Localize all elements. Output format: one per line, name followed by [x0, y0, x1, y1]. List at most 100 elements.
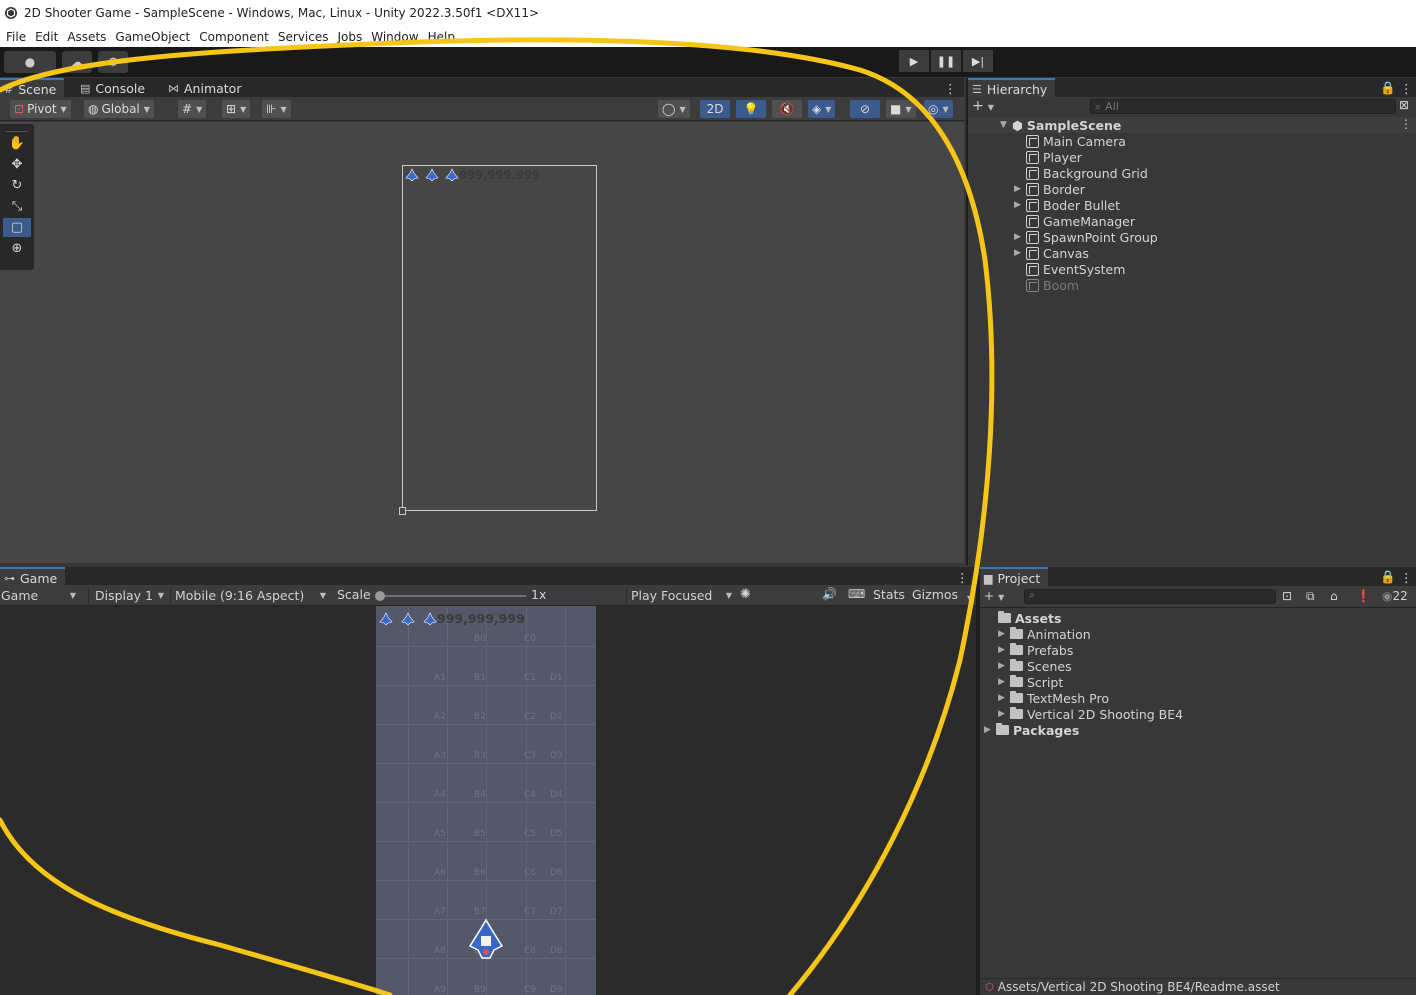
- play-button[interactable]: ▶: [899, 50, 929, 72]
- ruler-dropdown[interactable]: ⊪ ▼: [262, 100, 291, 118]
- hierarchy-item[interactable]: ▶ SpawnPoint Group: [1014, 229, 1158, 245]
- menu-services[interactable]: Services: [275, 30, 332, 44]
- hierarchy-add-button[interactable]: + ▼: [972, 98, 994, 114]
- project-more-button[interactable]: ⋮: [1396, 567, 1416, 587]
- expand-right-icon[interactable]: ▶: [1014, 232, 1026, 242]
- step-button[interactable]: ▶|: [963, 50, 993, 72]
- search-by-type-button[interactable]: ⊡: [1282, 589, 1292, 603]
- menu-jobs[interactable]: Jobs: [335, 30, 366, 44]
- filter-by-type-button[interactable]: ⧉: [1306, 589, 1315, 604]
- expand-right-icon[interactable]: ▶: [998, 677, 1010, 687]
- scene-more-button[interactable]: ⋮: [940, 78, 965, 98]
- menu-component[interactable]: Component: [196, 30, 272, 44]
- hidden-packages-toggle[interactable]: ◉22: [1382, 589, 1408, 603]
- expand-right-icon[interactable]: ▶: [998, 709, 1010, 719]
- increment-snap-dropdown[interactable]: ⊞ ▼: [222, 100, 251, 118]
- project-folder-row[interactable]: ▶ Scenes: [998, 658, 1072, 674]
- rotate-tool[interactable]: ↻: [3, 176, 31, 195]
- tab-hierarchy[interactable]: ☰ Hierarchy: [968, 78, 1056, 98]
- rect-handle[interactable]: [399, 507, 406, 515]
- pause-button[interactable]: ❚❚: [931, 50, 961, 72]
- hierarchy-search-input[interactable]: ⌕ All: [1090, 99, 1396, 114]
- hand-tool[interactable]: ✋: [3, 134, 31, 153]
- menu-window[interactable]: Window: [368, 30, 421, 44]
- menu-gameobject[interactable]: GameObject: [112, 30, 193, 44]
- hierarchy-item[interactable]: ▶ Canvas: [1014, 245, 1089, 261]
- hierarchy-item[interactable]: Main Camera: [1014, 133, 1126, 149]
- collab-button[interactable]: ⚙: [98, 51, 128, 73]
- expand-right-icon[interactable]: ▶: [998, 661, 1010, 671]
- hierarchy-item[interactable]: GameManager: [1014, 213, 1135, 229]
- mute-button[interactable]: 🔊: [822, 587, 837, 601]
- hierarchy-more-button[interactable]: ⋮: [1396, 78, 1416, 98]
- rect-tool[interactable]: ▢: [3, 218, 31, 237]
- view-select[interactable]: Game ▼: [0, 587, 82, 604]
- lighting-toggle[interactable]: 💡: [736, 100, 766, 118]
- pivot-dropdown[interactable]: ⊡ Pivot ▼: [10, 100, 71, 118]
- cloud-button[interactable]: ☁: [62, 51, 92, 73]
- debug-button[interactable]: ✺: [740, 587, 751, 602]
- menu-file[interactable]: File: [3, 30, 29, 44]
- scene-row-menu[interactable]: ⋮: [1400, 117, 1412, 131]
- project-folder-row[interactable]: ▶ Vertical 2D Shooting BE4: [998, 706, 1183, 722]
- keyboard-button[interactable]: ⌨: [848, 587, 865, 601]
- project-folder-row[interactable]: ▶ Animation: [998, 626, 1091, 642]
- display-select[interactable]: Display 1 ▼: [88, 587, 168, 604]
- hierarchy-item[interactable]: ▶ Boder Bullet: [1014, 197, 1120, 213]
- warnings-button[interactable]: ❗: [1356, 589, 1371, 603]
- play-mode-select[interactable]: Play Focused ▼: [626, 587, 736, 604]
- project-folder-row[interactable]: ▶ Script: [998, 674, 1063, 690]
- hierarchy-scene-row[interactable]: ▼ ⬢ SampleScene: [1000, 117, 1121, 133]
- project-folder-row[interactable]: ▶ TextMesh Pro: [998, 690, 1109, 706]
- effects-dropdown[interactable]: ◈ ▼: [808, 100, 836, 118]
- tools-grip[interactable]: [6, 124, 28, 132]
- hierarchy-item[interactable]: Background Grid: [1014, 165, 1148, 181]
- visibility-toggle[interactable]: ⊘: [850, 100, 880, 118]
- menu-assets[interactable]: Assets: [64, 30, 109, 44]
- tab-scene[interactable]: # Scene: [0, 78, 65, 98]
- project-packages-row[interactable]: ▶ Packages: [984, 722, 1079, 738]
- hierarchy-filter-button[interactable]: ⊠: [1399, 98, 1409, 112]
- grid-snap-dropdown[interactable]: # ▼: [178, 100, 207, 118]
- expand-right-icon[interactable]: ▶: [1014, 200, 1026, 210]
- project-folder-row[interactable]: ▶ Prefabs: [998, 642, 1073, 658]
- hierarchy-item[interactable]: ▶ Border: [1014, 181, 1085, 197]
- toggle-2d-button[interactable]: 2D: [700, 100, 730, 118]
- gizmos-dropdown-arrow[interactable]: ▼: [963, 590, 973, 604]
- menu-edit[interactable]: Edit: [32, 30, 61, 44]
- gizmos-dropdown[interactable]: ◎ ▼: [924, 100, 953, 118]
- project-assets-row[interactable]: Assets: [998, 610, 1061, 626]
- camera-dropdown[interactable]: ■ ▼: [886, 100, 916, 118]
- global-dropdown[interactable]: ◍ Global ▼: [84, 100, 154, 118]
- shading-dropdown[interactable]: ◯ ▼: [658, 100, 690, 118]
- tab-game[interactable]: ⊶ Game: [0, 567, 66, 587]
- gizmos-button[interactable]: Gizmos: [912, 587, 958, 602]
- aspect-select[interactable]: Mobile (9:16 Aspect) ▼: [170, 587, 330, 604]
- hierarchy-item[interactable]: EventSystem: [1014, 261, 1125, 277]
- stats-button[interactable]: Stats: [873, 587, 905, 602]
- menu-help[interactable]: Help: [425, 30, 458, 44]
- hierarchy-item[interactable]: Boom: [1014, 277, 1079, 293]
- expand-right-icon[interactable]: ▶: [1014, 184, 1026, 194]
- tab-console[interactable]: ▤ Console: [76, 78, 153, 98]
- move-tool[interactable]: ✥: [3, 155, 31, 174]
- scale-slider[interactable]: [378, 595, 526, 597]
- project-add-button[interactable]: + ▼: [984, 589, 1004, 603]
- scale-tool[interactable]: ⤡: [3, 197, 31, 216]
- transform-tool[interactable]: ⊕: [3, 239, 31, 258]
- audio-toggle[interactable]: 🔇: [772, 100, 802, 118]
- game-more-button[interactable]: ⋮: [952, 567, 977, 587]
- scale-slider-thumb[interactable]: [375, 591, 385, 601]
- grid-line: [447, 606, 448, 995]
- expand-right-icon[interactable]: ▶: [998, 693, 1010, 703]
- expand-right-icon[interactable]: ▶: [998, 629, 1010, 639]
- camera-bounds[interactable]: [402, 165, 597, 511]
- filter-by-label-button[interactable]: ⌂: [1330, 589, 1338, 603]
- account-button[interactable]: ●: [4, 51, 56, 73]
- expand-right-icon[interactable]: ▶: [1014, 248, 1026, 258]
- project-search-input[interactable]: ⌕: [1024, 589, 1276, 604]
- tab-project[interactable]: ▆ Project: [980, 567, 1049, 587]
- expand-right-icon[interactable]: ▶: [998, 645, 1010, 655]
- hierarchy-item[interactable]: Player: [1014, 149, 1082, 165]
- tab-animator[interactable]: ⋈ Animator: [164, 78, 249, 98]
